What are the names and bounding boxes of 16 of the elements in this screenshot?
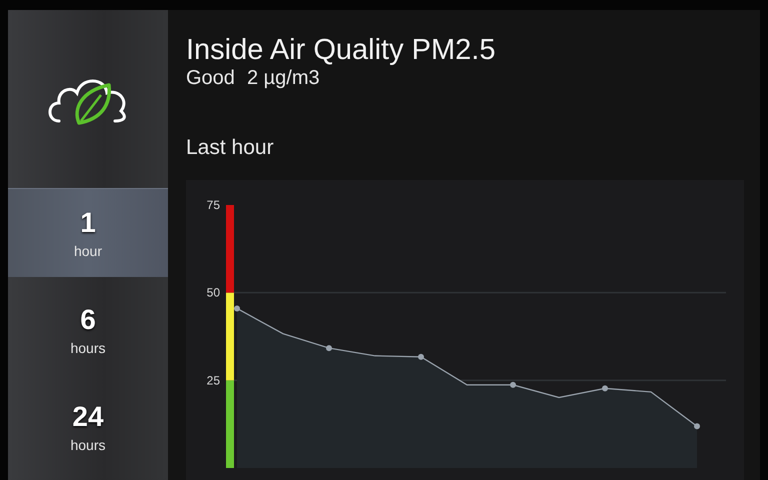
page-title: Inside Air Quality PM2.5	[186, 34, 496, 66]
period-tab[interactable]: 6 hours	[8, 285, 168, 374]
section-title: Last hour	[186, 136, 275, 160]
data-point	[694, 423, 700, 430]
data-point	[326, 345, 332, 352]
data-point	[510, 382, 516, 388]
data-point	[234, 305, 240, 312]
quality-reading: 2 µg/m3	[246, 66, 320, 90]
period-tab[interactable]: 1 hour	[8, 188, 168, 277]
data-point	[418, 354, 424, 360]
axis-tick-label: 50	[206, 286, 220, 300]
axis-tick-label: 75	[206, 198, 220, 212]
data-point	[602, 385, 608, 392]
axis-tick-label: 25	[206, 373, 220, 388]
period-tab[interactable]: 24 hours	[8, 382, 168, 471]
quality-status: Good	[186, 66, 235, 90]
